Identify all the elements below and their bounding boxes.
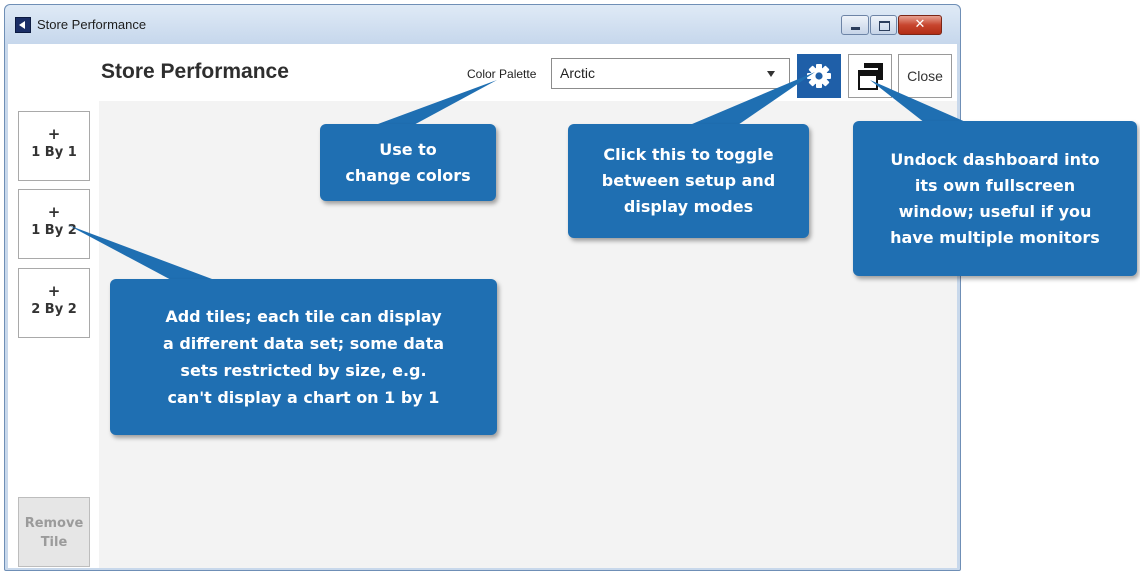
- callout-color-palette: Use to change colors: [320, 124, 496, 201]
- callout-settings-toggle: Click this to toggle between setup and d…: [568, 124, 809, 238]
- add-tile-1x1-button[interactable]: + 1 By 1: [18, 111, 90, 181]
- color-palette-label: Color Palette: [467, 67, 537, 81]
- color-palette-value: Arctic: [560, 65, 595, 81]
- tile-sidebar: + 1 By 1 + 1 By 2 + 2 By 2 Remove Tile: [8, 101, 99, 568]
- close-icon: ✕: [914, 17, 926, 32]
- gear-icon: [807, 64, 831, 88]
- plus-icon: +: [47, 125, 61, 143]
- page-title: Store Performance: [101, 60, 289, 83]
- undock-button[interactable]: [848, 54, 892, 98]
- chevron-down-icon: [767, 71, 775, 77]
- window-title: Store Performance: [37, 17, 147, 32]
- callout-add-tiles: Add tiles; each tile can display a diffe…: [110, 279, 497, 435]
- app-logo-icon: [15, 17, 31, 33]
- tile-size-label: 1 By 1: [31, 145, 77, 160]
- plus-icon: +: [47, 203, 61, 221]
- add-tile-1x2-button[interactable]: + 1 By 2: [18, 189, 90, 259]
- add-tile-2x2-button[interactable]: + 2 By 2: [18, 268, 90, 338]
- title-bar[interactable]: Store Performance ✕: [5, 5, 960, 44]
- dashboard-header: Store Performance Color Palette Arctic C…: [8, 44, 957, 101]
- plus-icon: +: [47, 282, 61, 300]
- maximize-button[interactable]: [870, 15, 897, 35]
- tile-size-label: 2 By 2: [31, 302, 77, 317]
- color-palette-select[interactable]: Arctic: [551, 58, 790, 89]
- undock-window-icon: [858, 63, 883, 90]
- callout-undock: Undock dashboard into its own fullscreen…: [853, 121, 1137, 276]
- close-button[interactable]: Close: [898, 54, 952, 98]
- remove-tile-button[interactable]: Remove Tile: [18, 497, 90, 567]
- window-close-button[interactable]: ✕: [898, 15, 942, 35]
- settings-toggle-button[interactable]: [797, 54, 841, 98]
- minimize-button[interactable]: [841, 15, 869, 35]
- tile-size-label: 1 By 2: [31, 223, 77, 238]
